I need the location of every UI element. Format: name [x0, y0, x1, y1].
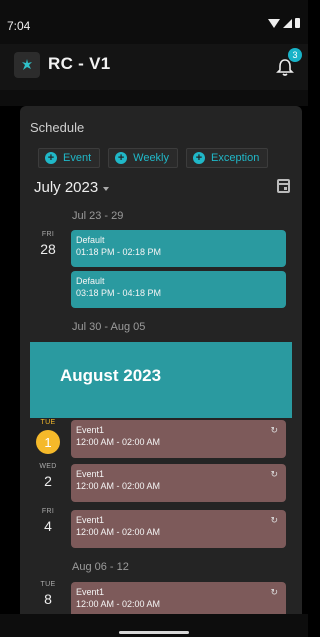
event-time: 12:00 AM - 02:00 AM	[76, 527, 161, 537]
day-of-week: TUE	[40, 581, 56, 588]
week-header: Jul 30 - Aug 05	[72, 321, 146, 333]
calendar-icon[interactable]	[277, 179, 290, 193]
add-weekly-button[interactable]: + Weekly	[108, 148, 179, 168]
day-of-week-today: TUE	[40, 419, 56, 426]
status-icons	[268, 18, 300, 28]
event-item[interactable]: Event1 12:00 AM - 02:00 AM ↻	[71, 420, 286, 458]
event-time: 03:18 PM - 04:18 PM	[76, 288, 162, 298]
schedule-actions: + Event + Weekly + Exception	[38, 148, 269, 168]
notification-badge: 3	[288, 48, 302, 62]
week-header: Jul 23 - 29	[72, 210, 124, 222]
event-title: Default	[76, 276, 105, 286]
wifi-icon	[268, 18, 280, 28]
schedule-card: Schedule + Event + Weekly + Exception Ju…	[20, 106, 302, 614]
day-of-week: WED	[39, 463, 57, 470]
event-item[interactable]: Default 03:18 PM - 04:18 PM	[71, 271, 286, 308]
add-event-label: Event	[63, 152, 92, 164]
day-number: 28	[40, 241, 56, 257]
event-item[interactable]: Event1 12:00 AM - 02:00 AM ↻	[71, 464, 286, 502]
app-logo-icon	[14, 52, 40, 78]
day-number: 1	[44, 434, 52, 450]
schedule-title: Schedule	[30, 120, 85, 135]
add-exception-button[interactable]: + Exception	[186, 148, 269, 168]
day-number: 4	[44, 518, 52, 534]
month-dropdown-value: July 2023	[34, 179, 99, 196]
event-item[interactable]: Event1 12:00 AM - 02:00 AM ↻	[71, 510, 286, 548]
event-title: Event1	[76, 587, 105, 597]
signal-icon	[283, 18, 292, 28]
app-title: RC - V1	[48, 54, 111, 73]
today-indicator: 1	[36, 430, 60, 454]
event-title: Event1	[76, 469, 105, 479]
status-time: 7:04	[7, 19, 31, 33]
month-dropdown[interactable]: July 2023	[34, 179, 110, 196]
home-indicator[interactable]	[119, 631, 189, 634]
add-event-button[interactable]: + Event	[38, 148, 101, 168]
event-item[interactable]: Event1 12:00 AM - 02:00 AM ↻	[71, 582, 286, 614]
event-time: 12:00 AM - 02:00 AM	[76, 481, 161, 491]
event-time: 01:18 PM - 02:18 PM	[76, 247, 162, 257]
day-number: 2	[44, 473, 52, 489]
event-time: 12:00 AM - 02:00 AM	[76, 437, 161, 447]
repeat-icon: ↻	[270, 515, 278, 525]
event-title: Default	[76, 235, 105, 245]
add-icon: +	[45, 152, 57, 164]
spacer	[0, 90, 308, 106]
day-number: 8	[44, 591, 52, 607]
app-bar: RC - V1 3	[0, 44, 308, 90]
event-title: Event1	[76, 515, 105, 525]
day-of-week: FRI	[41, 508, 55, 515]
event-title: Event1	[76, 425, 105, 435]
repeat-icon: ↻	[270, 469, 278, 479]
system-nav-bar	[0, 614, 308, 637]
event-time: 12:00 AM - 02:00 AM	[76, 599, 161, 609]
month-banner-title: August 2023	[60, 366, 162, 385]
status-bar: 7:04	[0, 0, 308, 44]
day-of-week: FRI	[41, 231, 55, 238]
repeat-icon: ↻	[270, 587, 278, 597]
add-icon: +	[193, 152, 206, 164]
repeat-icon: ↻	[270, 425, 278, 435]
battery-icon	[295, 18, 300, 28]
chevron-down-icon	[103, 186, 110, 191]
add-icon: +	[115, 152, 128, 164]
add-weekly-label: Weekly	[133, 152, 170, 164]
add-exception-label: Exception	[211, 152, 260, 164]
event-item[interactable]: Default 01:18 PM - 02:18 PM	[71, 230, 286, 267]
week-header: Aug 06 - 12	[72, 561, 129, 573]
month-banner: August 2023	[30, 342, 292, 418]
